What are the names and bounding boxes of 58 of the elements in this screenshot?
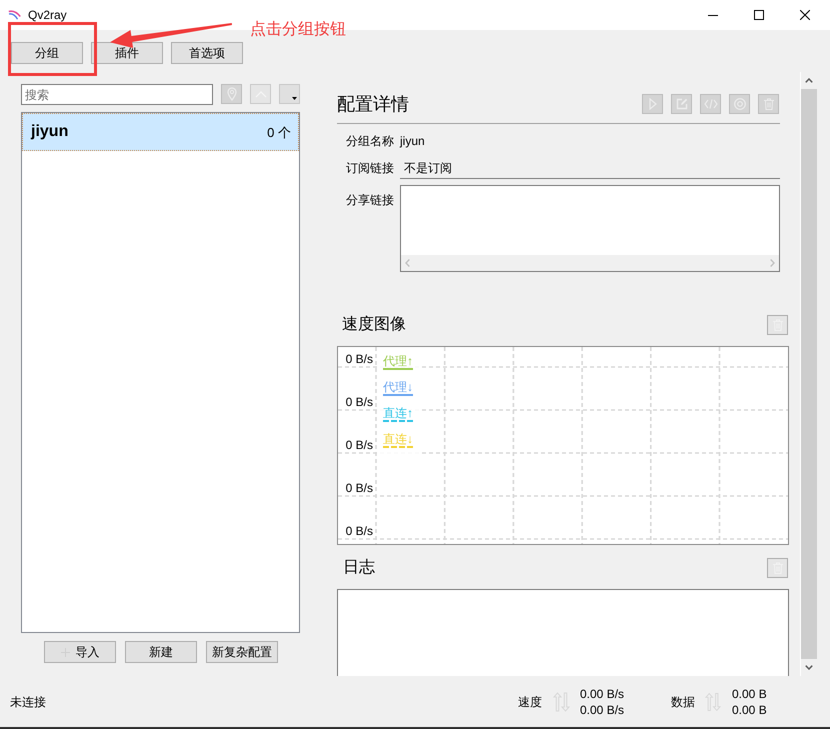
field-value: jiyun (400, 134, 425, 148)
circle-icon (734, 98, 746, 110)
section-title: 速度图像 (342, 315, 406, 335)
group-name: jiyun (31, 123, 68, 141)
section-title: 日志 (343, 558, 375, 578)
speed-label: 速度 (518, 694, 543, 708)
up-down-arrows-icon (705, 692, 721, 712)
annotation-text: 点击分组按钮 (250, 21, 346, 39)
location-pin-icon (226, 87, 236, 101)
list-action-button[interactable]: 新复杂配置 (206, 641, 278, 663)
axis-label: 0 B/s (344, 438, 373, 452)
field-label: 订阅链接 (345, 161, 394, 175)
toolbar-button[interactable]: 首选项 (171, 42, 243, 64)
search-field[interactable]: 搜索 (21, 84, 213, 105)
downloaded-data: 0.00 B (732, 702, 768, 718)
subscription-field[interactable]: 不是订阅 (400, 157, 780, 179)
up-down-arrows-icon (553, 692, 570, 712)
share-link-field[interactable] (400, 185, 780, 272)
legend-entry: 直连↑ (383, 406, 413, 422)
group-count: 0 个 (267, 124, 291, 140)
chevron-down-icon (805, 665, 813, 670)
caret-down-icon (292, 97, 297, 100)
trash-icon (764, 98, 774, 110)
axis-label: 0 B/s (344, 524, 373, 538)
section-title: 配置详情 (337, 94, 409, 114)
list-action-button[interactable]: 新建 (125, 641, 197, 663)
axis-label: 0 B/s (344, 395, 373, 409)
code-icon (704, 99, 718, 109)
axis-label: 0 B/s (344, 352, 373, 366)
chevron-up-icon (805, 78, 813, 83)
horizontal-scrollbar[interactable] (401, 255, 779, 271)
edit-icon (676, 98, 688, 110)
app-logo-icon (8, 10, 21, 20)
toolbar-button[interactable]: 分组 (11, 42, 83, 64)
legend-entry: 代理↑ (383, 354, 413, 370)
data-label: 数据 (671, 694, 696, 708)
uploaded-data: 0.00 B (732, 686, 768, 702)
download-speed: 0.00 B/s (580, 702, 626, 718)
chevron-left-icon (405, 259, 410, 267)
locate-button[interactable] (221, 84, 242, 104)
play-icon (648, 98, 656, 110)
window-title: Qv2ray (28, 8, 67, 22)
chevron-right-icon (770, 259, 775, 267)
axis-label: 0 B/s (344, 481, 373, 495)
legend-entry: 直连↓ (383, 432, 413, 448)
legend-entry: 代理↓ (383, 380, 413, 396)
field-label: 分享链接 (345, 193, 394, 207)
move-up-button[interactable] (250, 84, 271, 104)
group-list-item[interactable]: jiyun 0 个 (22, 113, 299, 151)
maximize-icon (754, 10, 764, 20)
close-icon (800, 10, 810, 20)
field-label: 分组名称 (345, 134, 394, 148)
list-action-button[interactable]: 导入 (44, 641, 116, 663)
dropdown-button[interactable] (279, 84, 300, 104)
minimize-icon (708, 14, 718, 16)
toolbar-button[interactable]: 插件 (91, 42, 163, 64)
upload-speed: 0.00 B/s (580, 686, 626, 702)
connection-status: 未连接 (10, 694, 46, 708)
